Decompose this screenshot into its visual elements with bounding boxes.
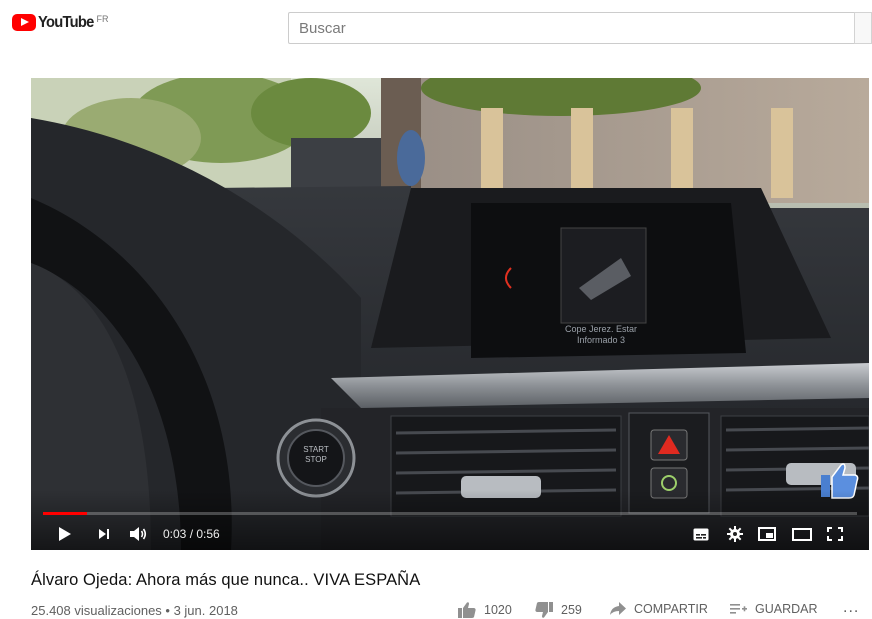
country-code: FR [96,14,109,24]
volume-icon [130,527,147,541]
progress-played [43,512,87,515]
theater-icon [792,527,812,541]
view-count-and-date: 25.408 visualizaciones • 3 jun. 2018 [31,603,238,618]
svg-text:START: START [303,445,329,454]
masthead: YouTube FR [0,0,872,58]
subtitles-icon [693,528,709,540]
share-label: COMPARTIR [634,602,708,616]
more-actions-button[interactable]: ... [843,599,859,617]
share-icon [610,602,626,615]
youtube-logo[interactable]: YouTube FR [12,14,108,32]
settings-icon [727,526,743,542]
next-icon [99,529,109,539]
miniplayer-button[interactable] [755,522,779,546]
time-display: 0:03 / 0:56 [163,527,220,541]
search-input[interactable] [288,12,854,44]
save-button[interactable]: GUARDAR [730,602,818,616]
save-label: GUARDAR [755,602,818,616]
next-button[interactable] [92,522,116,546]
fullscreen-button[interactable] [823,522,847,546]
svg-text:Cope Jerez. Estar: Cope Jerez. Estar [565,324,637,334]
save-playlist-icon [730,604,747,614]
settings-button[interactable] [723,522,747,546]
svg-text:STOP: STOP [305,455,327,464]
video-player[interactable]: Cope Jerez. Estar Informado 3 START STOP… [31,78,869,550]
subtitles-button[interactable] [689,522,713,546]
progress-bar[interactable] [43,512,857,515]
theater-mode-button[interactable] [790,522,814,546]
play-icon [59,527,71,541]
volume-button[interactable] [126,522,150,546]
fullscreen-icon [827,527,843,541]
player-controls: 0:03 / 0:56 [31,518,869,550]
like-icon [458,602,476,618]
like-button[interactable]: 1020 [458,602,512,618]
video-title: Álvaro Ojeda: Ahora más que nunca.. VIVA… [31,571,421,589]
youtube-logo-icon [12,14,36,31]
svg-text:Informado 3: Informado 3 [577,335,625,345]
dislike-icon [535,602,553,618]
share-button[interactable]: COMPARTIR [610,602,708,616]
dislike-button[interactable]: 259 [535,602,582,618]
logo-text: YouTube [38,14,94,31]
video-frame: Cope Jerez. Estar Informado 3 START STOP [31,78,869,550]
video-meta-row: 25.408 visualizaciones • 3 jun. 2018 102… [31,599,872,619]
play-button[interactable] [53,522,77,546]
miniplayer-icon [758,527,776,541]
dislike-count: 259 [561,603,582,617]
search-button[interactable] [854,12,872,44]
like-count: 1020 [484,603,512,617]
